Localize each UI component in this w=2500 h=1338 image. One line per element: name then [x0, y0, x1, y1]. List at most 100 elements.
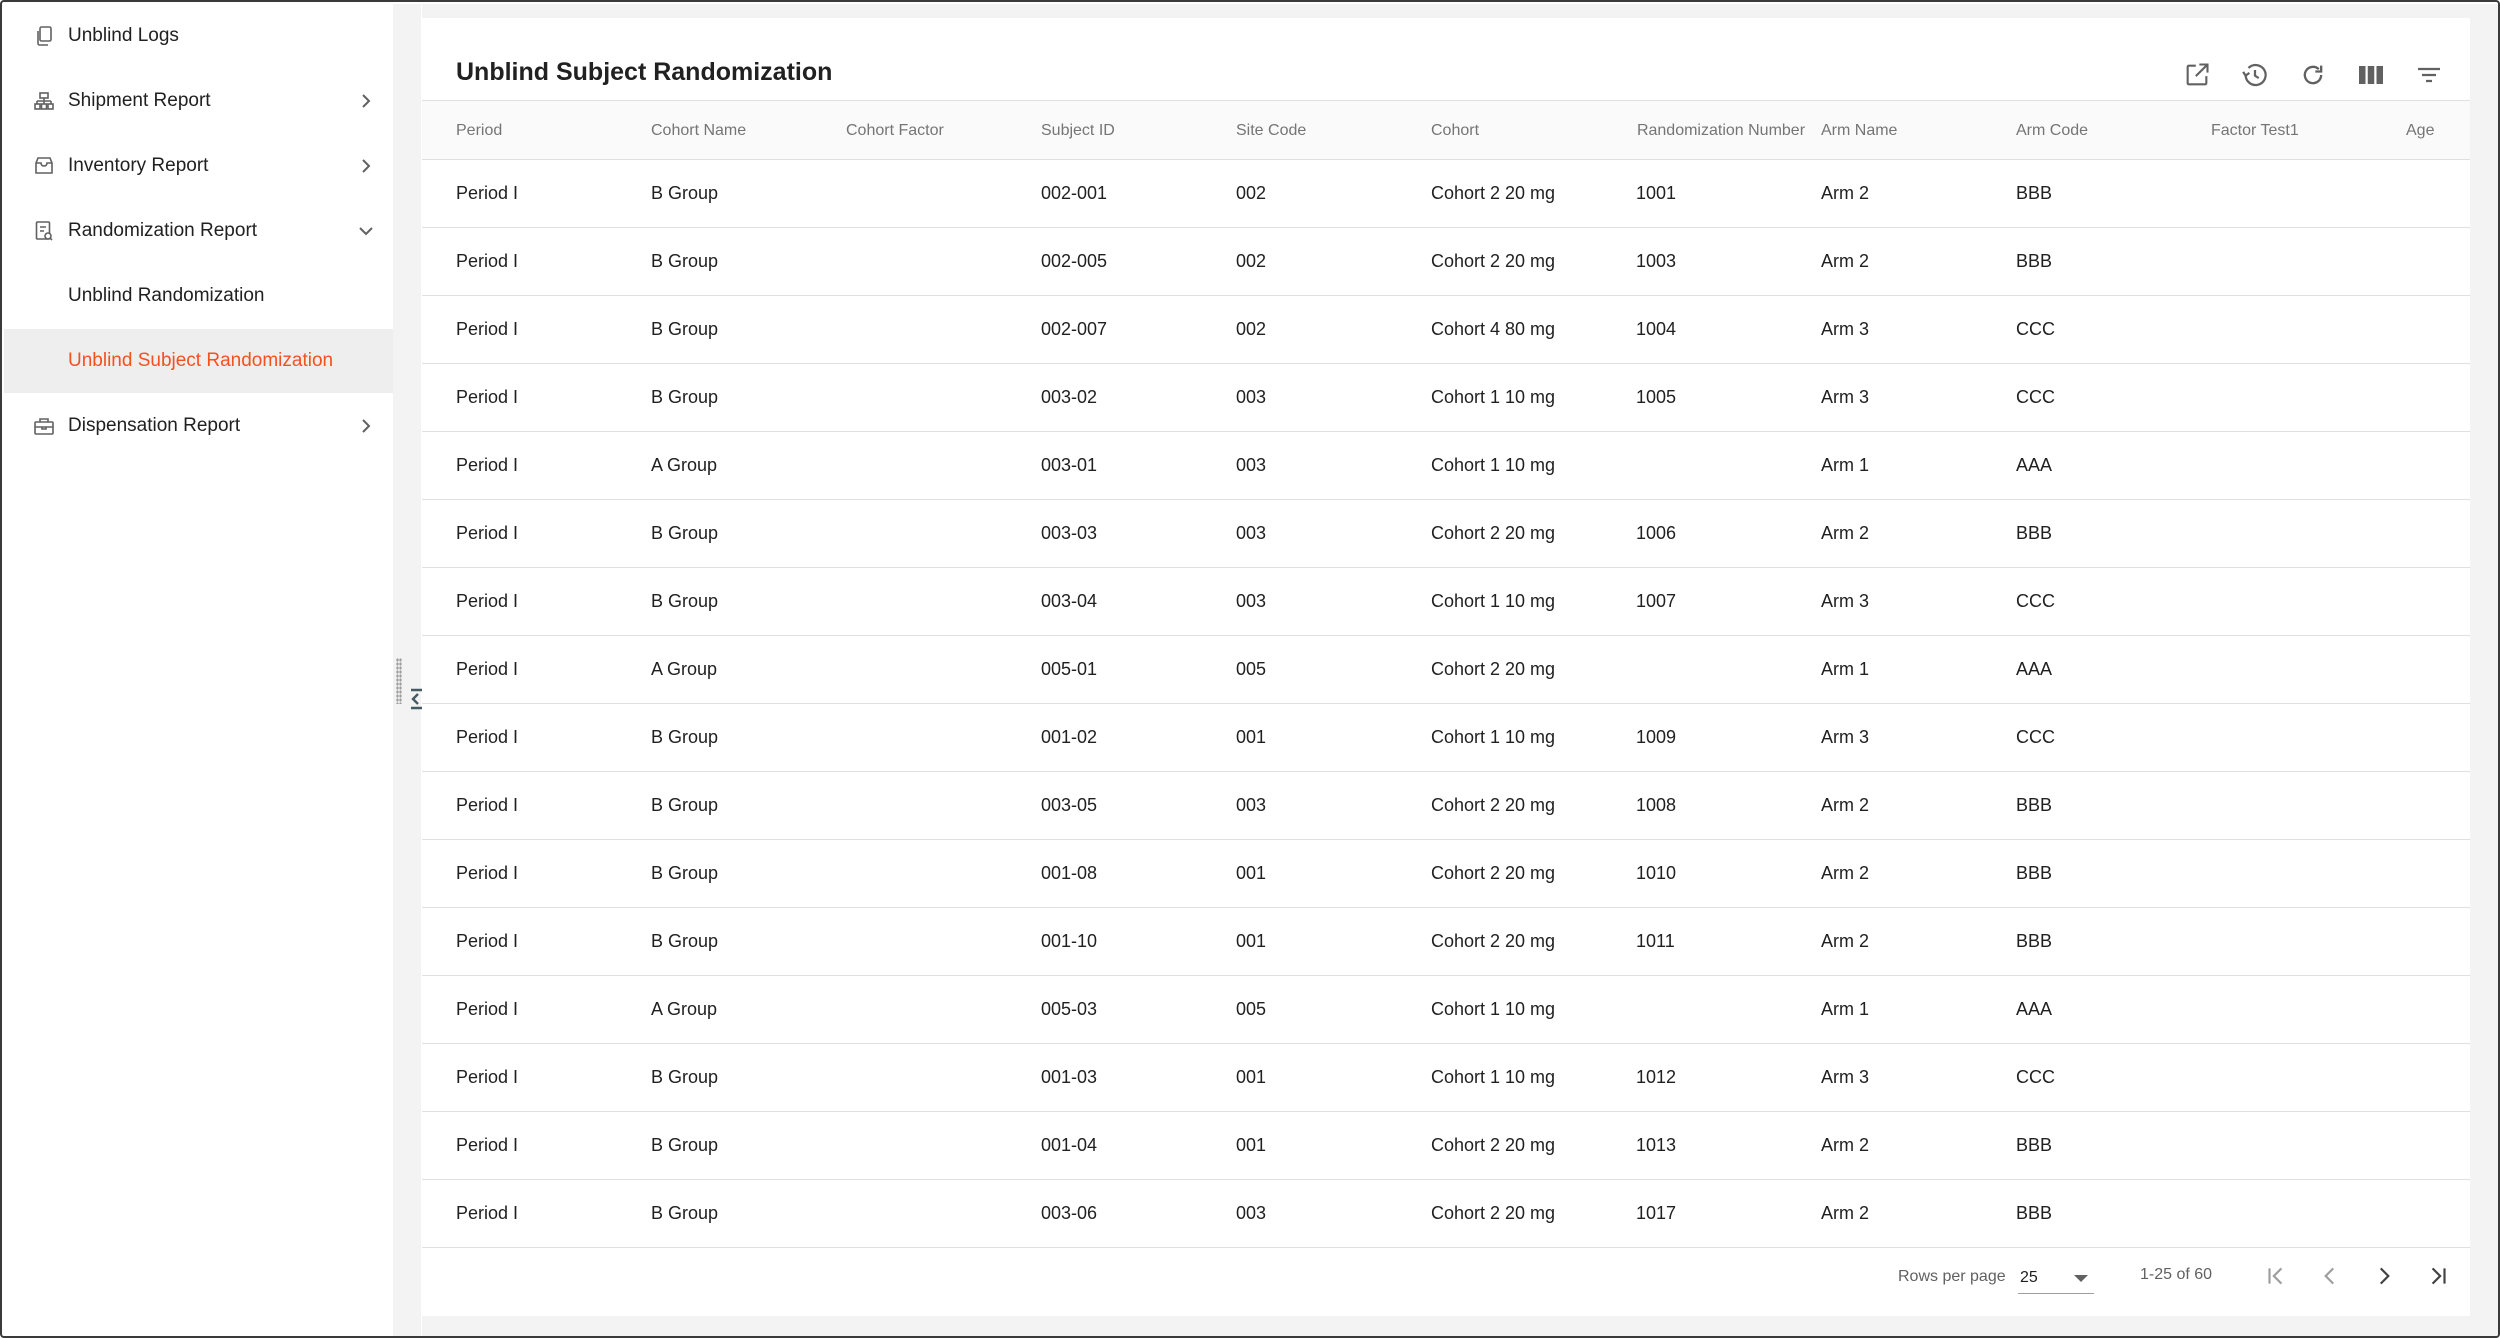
- sidebar-subitem-unblind-subject-randomization[interactable]: Unblind Subject Randomization: [4, 329, 393, 393]
- chevron-down-icon[interactable]: [356, 221, 376, 241]
- cell-randomization-number: 1006: [1636, 523, 1677, 543]
- table-row[interactable]: Period I B Group 002-007 002 Cohort 4 80 mg 1…: [422, 296, 2470, 364]
- cell-subject-id: 005-01: [1041, 659, 1098, 679]
- table-row[interactable]: Period I B Group 001-08 001 Cohort 2 20 mg 10…: [422, 840, 2470, 908]
- column-header-arm-code[interactable]: Arm Code: [2016, 101, 2196, 159]
- cell-subject-id: 001-08: [1041, 863, 1098, 883]
- cell-randomization-number: 1008: [1636, 795, 1677, 815]
- refresh-icon[interactable]: [2296, 58, 2330, 92]
- cell-randomization-number: 1010: [1636, 863, 1677, 883]
- columns-icon[interactable]: [2354, 58, 2388, 92]
- cell-cohort-name: B Group: [651, 795, 719, 815]
- cell-cohort: Cohort 2 20 mg: [1431, 659, 1556, 679]
- filter-icon[interactable]: [2412, 58, 2446, 92]
- cell-period: Period I: [456, 1067, 519, 1087]
- sidebar-item-randomization-report[interactable]: Randomization Report: [4, 199, 393, 263]
- table-row[interactable]: Period I B Group 003-02 003 Cohort 1 10 mg 10…: [422, 364, 2470, 432]
- open-external-icon[interactable]: [2180, 58, 2214, 92]
- cell-cohort-name: B Group: [651, 931, 719, 951]
- cell-arm-name: Arm 2: [1821, 795, 1870, 815]
- cell-arm-name: Arm 2: [1821, 1135, 1870, 1155]
- table-row[interactable]: Period I B Group 001-10 001 Cohort 2 20 mg 10…: [422, 908, 2470, 976]
- first-page-icon[interactable]: [2258, 1258, 2294, 1294]
- column-header-cohort[interactable]: Cohort: [1431, 101, 1611, 159]
- sidebar-item-dispensation-report[interactable]: Dispensation Report: [4, 394, 393, 458]
- column-header-cohort-name[interactable]: Cohort Name: [651, 101, 831, 159]
- cell-site-code: 005: [1236, 659, 1267, 679]
- cell-arm-name: Arm 2: [1821, 251, 1870, 271]
- column-header-randomization-number[interactable]: Randomization Number: [1626, 101, 1816, 159]
- cell-arm-code: BBB: [2016, 863, 2053, 883]
- cell-cohort-name: B Group: [651, 1067, 719, 1087]
- sidebar-item-inventory-report[interactable]: Inventory Report: [4, 134, 393, 198]
- sidebar-item-shipment-report[interactable]: Shipment Report: [4, 69, 393, 133]
- dropdown-arrow-icon: [2074, 1275, 2088, 1282]
- table-row[interactable]: Period I B Group 003-05 003 Cohort 2 20 mg 10…: [422, 772, 2470, 840]
- cell-arm-code: BBB: [2016, 1135, 2053, 1155]
- cell-arm-name: Arm 3: [1821, 387, 1870, 407]
- chevron-right-icon[interactable]: [356, 156, 376, 176]
- table-row[interactable]: Period I B Group 003-03 003 Cohort 2 20 mg 10…: [422, 500, 2470, 568]
- cell-period: Period I: [456, 523, 519, 543]
- sidebar-item-label: Unblind Logs: [68, 25, 179, 46]
- cell-cohort: Cohort 1 10 mg: [1431, 1067, 1556, 1087]
- column-header-arm-name[interactable]: Arm Name: [1821, 101, 2001, 159]
- main-content: Unblind Subject Randomization Period Coh…: [422, 4, 2498, 1336]
- cell-cohort-name: A Group: [651, 999, 718, 1019]
- cell-randomization-number: 1017: [1636, 1203, 1677, 1223]
- cell-cohort-name: B Group: [651, 1135, 719, 1155]
- chevron-right-icon[interactable]: [356, 91, 376, 111]
- cell-site-code: 003: [1236, 523, 1267, 543]
- cell-subject-id: 003-05: [1041, 795, 1098, 815]
- sidebar-subitem-unblind-randomization[interactable]: Unblind Randomization: [4, 264, 393, 328]
- cell-cohort: Cohort 2 20 mg: [1431, 795, 1556, 815]
- sidebar-item-label: Randomization Report: [68, 220, 258, 241]
- table-row[interactable]: Period I B Group 003-06 003 Cohort 2 20 mg 10…: [422, 1180, 2470, 1248]
- cell-subject-id: 003-04: [1041, 591, 1098, 611]
- cell-cohort: Cohort 1 10 mg: [1431, 455, 1556, 475]
- cell-cohort: Cohort 2 20 mg: [1431, 523, 1556, 543]
- cell-arm-name: Arm 3: [1821, 319, 1870, 339]
- cell-cohort: Cohort 2 20 mg: [1431, 1135, 1556, 1155]
- rows-per-page-select[interactable]: 25: [2018, 1262, 2094, 1294]
- column-header-age[interactable]: Age: [2406, 101, 2466, 159]
- table-row[interactable]: Period I B Group 001-02 001 Cohort 1 10 mg 10…: [422, 704, 2470, 772]
- next-page-icon[interactable]: [2366, 1258, 2402, 1294]
- rows-per-page-value: 25: [2020, 1269, 2038, 1286]
- column-header-cohort-factor[interactable]: Cohort Factor: [846, 101, 1026, 159]
- cell-randomization-number: 1009: [1636, 727, 1677, 747]
- cell-subject-id: 003-02: [1041, 387, 1098, 407]
- cell-site-code: 001: [1236, 1067, 1267, 1087]
- column-header-site-code[interactable]: Site Code: [1236, 101, 1416, 159]
- table-row[interactable]: Period I A Group 003-01 003 Cohort 1 10 mg Ar…: [422, 432, 2470, 500]
- table-row[interactable]: Period I B Group 001-03 001 Cohort 1 10 mg 10…: [422, 1044, 2470, 1112]
- last-page-icon[interactable]: [2420, 1258, 2456, 1294]
- cell-randomization-number: 1005: [1636, 387, 1677, 407]
- cell-randomization-number: 1003: [1636, 251, 1677, 271]
- drag-handle-icon[interactable]: [396, 658, 402, 704]
- table-row[interactable]: Period I B Group 001-04 001 Cohort 2 20 mg 10…: [422, 1112, 2470, 1180]
- column-header-factor-test1[interactable]: Factor Test1: [2211, 101, 2391, 159]
- table-row[interactable]: Period I B Group 003-04 003 Cohort 1 10 mg 10…: [422, 568, 2470, 636]
- cell-cohort: Cohort 1 10 mg: [1431, 591, 1556, 611]
- sidebar-item-unblind-logs[interactable]: Unblind Logs: [4, 4, 393, 68]
- cell-arm-code: BBB: [2016, 251, 2053, 271]
- table-row[interactable]: Period I B Group 002-005 002 Cohort 2 20 mg 1…: [422, 228, 2470, 296]
- sidebar-subitem-label: Unblind Subject Randomization: [68, 350, 334, 371]
- cell-arm-code: BBB: [2016, 1203, 2053, 1223]
- cell-cohort: Cohort 1 10 mg: [1431, 387, 1556, 407]
- cell-period: Period I: [456, 1135, 519, 1155]
- previous-page-icon[interactable]: [2312, 1258, 2348, 1294]
- chevron-right-icon[interactable]: [356, 416, 376, 436]
- cell-subject-id: 001-03: [1041, 1067, 1098, 1087]
- column-header-subject-id[interactable]: Subject ID: [1041, 101, 1221, 159]
- table-row[interactable]: Period I A Group 005-01 005 Cohort 2 20 mg Ar…: [422, 636, 2470, 704]
- column-header-period[interactable]: Period: [456, 101, 636, 159]
- cell-subject-id: 003-01: [1041, 455, 1098, 475]
- dispensation-icon: [34, 416, 54, 436]
- cell-arm-code: BBB: [2016, 523, 2053, 543]
- cell-randomization-number: 1013: [1636, 1135, 1677, 1155]
- table-row[interactable]: Period I A Group 005-03 005 Cohort 1 10 mg Ar…: [422, 976, 2470, 1044]
- table-row[interactable]: Period I B Group 002-001 002 Cohort 2 20 mg 1…: [422, 160, 2470, 228]
- history-icon[interactable]: [2238, 58, 2272, 92]
